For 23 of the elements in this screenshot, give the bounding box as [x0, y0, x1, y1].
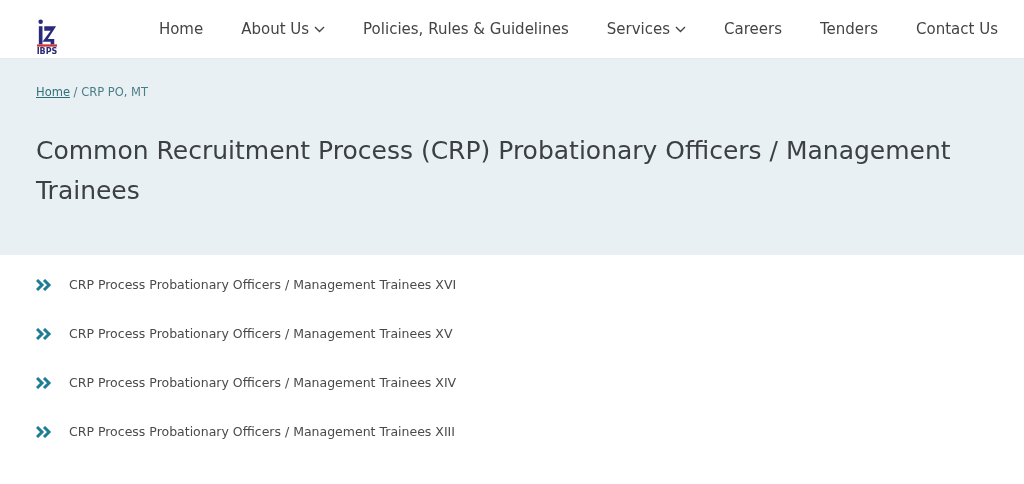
- page-title: Common Recruitment Process (CRP) Probationary Officers / Management Trainees: [36, 135, 952, 207]
- nav-link[interactable]: Home: [158, 20, 204, 38]
- double-chevron-icon: [36, 376, 52, 389]
- breadcrumb-link[interactable]: Home: [36, 85, 70, 99]
- list-link[interactable]: CRP Process Probationary Officers / Management Trainees XIV: [69, 375, 457, 390]
- nav-link[interactable]: Services: [606, 20, 687, 38]
- nav-link[interactable]: Policies, Rules & Guidelines: [363, 20, 569, 38]
- nav-link[interactable]: About Us: [241, 20, 326, 38]
- nav-link[interactable]: Tenders: [820, 20, 879, 38]
- list-link[interactable]: CRP Process Probationary Officers / Management Trainees XVI: [69, 277, 457, 292]
- logo-mark-icon: [36, 19, 58, 48]
- breadcrumb-current: / CRP PO, MT: [72, 85, 148, 99]
- list-link[interactable]: CRP Process Probationary Officers / Management Trainees XV: [69, 326, 453, 341]
- double-chevron-icon: [36, 327, 52, 340]
- double-chevron-icon: [36, 278, 52, 291]
- nav-link[interactable]: Contact Us: [916, 20, 998, 38]
- chevron-down-icon: [675, 25, 687, 33]
- nav-link[interactable]: Careers: [724, 20, 782, 38]
- double-chevron-icon: [36, 425, 52, 438]
- list-link[interactable]: CRP Process Probationary Officers / Management Trainees XIII: [69, 424, 455, 439]
- chevron-down-icon: [314, 25, 326, 33]
- logo[interactable]: IBPS: [30, 2, 64, 56]
- logo-text: IBPS: [36, 48, 58, 56]
